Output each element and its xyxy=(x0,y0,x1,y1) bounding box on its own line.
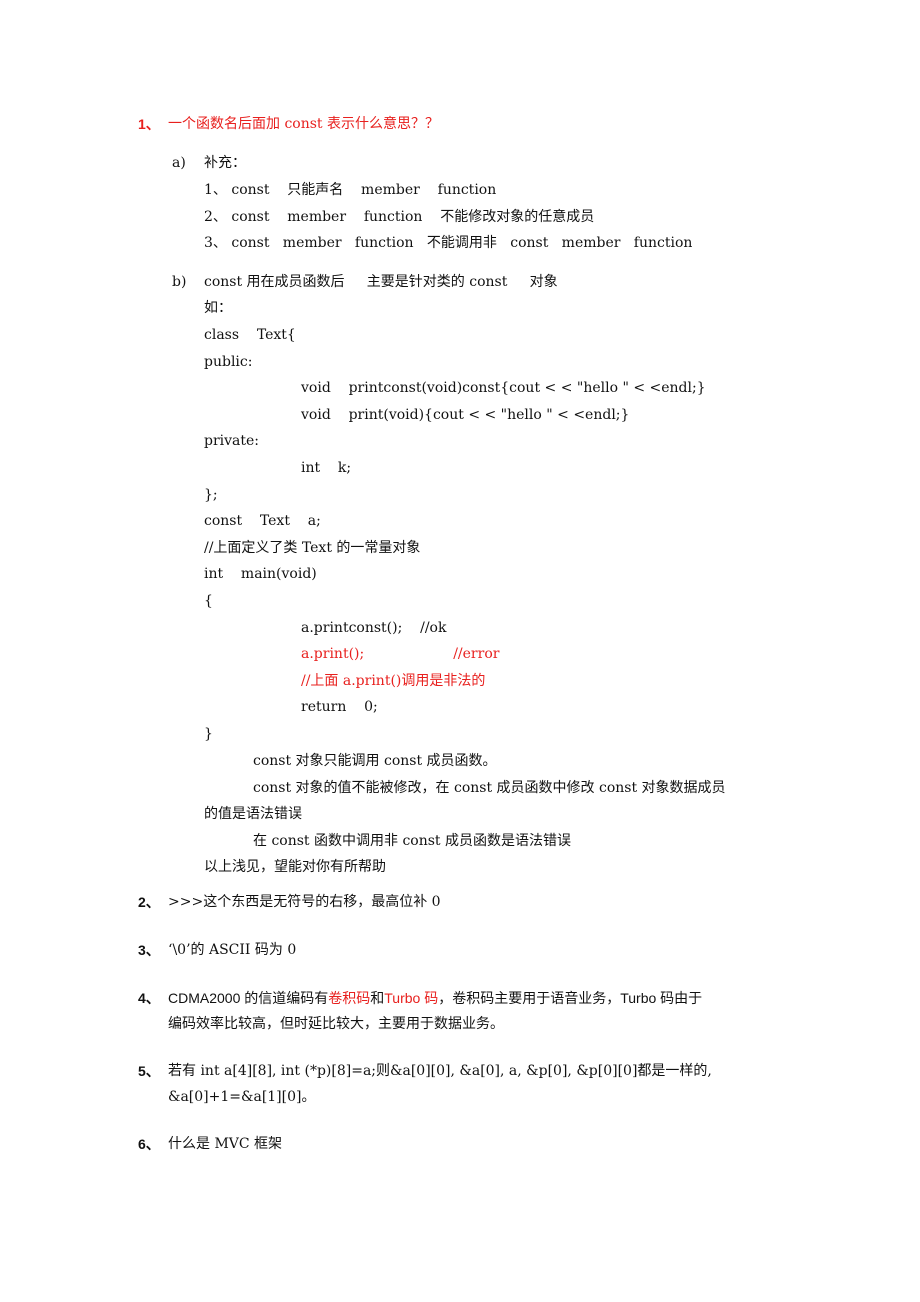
question-2-number: 2、 xyxy=(138,894,160,910)
question-4-line-1: CDMA2000 的信道编码有卷积码和Turbo 码，卷积码主要用于语音业务，T… xyxy=(168,988,702,1009)
code-line: class Text{ xyxy=(204,327,296,343)
code-line: //上面定义了类 Text 的一常量对象 xyxy=(204,540,421,556)
supplement-item: 2、 const member function 不能修改对象的任意成员 xyxy=(204,209,595,225)
code-line: int main(void) xyxy=(204,566,317,582)
code-line: const Text a; xyxy=(204,513,321,529)
question-4-text: CDMA2000 的信道编码有 xyxy=(168,990,329,1006)
question-2-text: >>>这个东西是无符号的右移，最高位补 0 xyxy=(168,894,441,910)
note-line: 在 const 函数中调用非 const 成员函数是语法错误 xyxy=(253,833,571,849)
code-line: void print(void){cout < < "hello " < <en… xyxy=(301,407,630,423)
code-line: a.print(); //error xyxy=(301,646,500,662)
code-line: public: xyxy=(204,354,253,370)
question-4-text: 和 xyxy=(370,991,385,1007)
supplement-label: 补充： xyxy=(204,155,246,171)
question-1-title: 一个函数名后面加 const 表示什么意思？？ xyxy=(168,116,439,132)
example-label: 如： xyxy=(204,300,232,316)
question-6-text: 什么是 MVC 框架 xyxy=(168,1136,283,1152)
question-4-line-2: 编码效率比较高，但时延比较大，主要用于数据业务。 xyxy=(168,1016,504,1032)
code-line: return 0; xyxy=(301,699,378,715)
question-1-number: 1、 xyxy=(138,116,160,132)
section-b-title: const 用在成员函数后 主要是针对类的 const 对象 xyxy=(204,274,558,290)
note-line: const 对象只能调用 const 成员函数。 xyxy=(253,753,497,769)
supplement-item: 1、 const 只能声名 member function xyxy=(204,182,497,198)
highlight-convolutional-code: 卷积码 xyxy=(328,991,371,1007)
question-5-number: 5、 xyxy=(138,1063,160,1079)
supplement-item: 3、 const member function 不能调用非 const mem… xyxy=(204,235,693,251)
question-3-text: ‘\0’的 ASCII 码为 0 xyxy=(168,942,297,958)
code-line: void printconst(void)const{cout < < "hel… xyxy=(301,380,706,396)
code-line: } xyxy=(204,726,213,742)
question-6-number: 6、 xyxy=(138,1136,160,1152)
code-line: private: xyxy=(204,433,260,449)
code-line: int k; xyxy=(301,460,352,476)
list-marker-a: a) xyxy=(172,155,186,171)
question-5-line-2: &a[0]+1=&a[1][0]。 xyxy=(168,1089,316,1105)
code-line: //上面 a.print()调用是非法的 xyxy=(301,673,486,689)
highlight-turbo-code: Turbo 码 xyxy=(384,990,439,1006)
question-4-text: ，卷积码主要用于语音业务，Turbo 码由于 xyxy=(438,990,703,1006)
note-line: 以上浅见，望能对你有所帮助 xyxy=(204,859,386,875)
code-line: { xyxy=(204,593,213,609)
question-4-number: 4、 xyxy=(138,990,160,1006)
note-line: const 对象的值不能被修改，在 const 成员函数中修改 const 对象… xyxy=(253,780,726,796)
note-line: 的值是语法错误 xyxy=(204,806,302,822)
code-line: }; xyxy=(204,487,218,503)
question-5-line-1: 若有 int a[4][8], int (*p)[8]=a;则&a[0][0],… xyxy=(168,1063,712,1079)
code-line: a.printconst(); //ok xyxy=(301,620,447,636)
question-3-number: 3、 xyxy=(138,942,160,958)
list-marker-b: b) xyxy=(172,274,187,290)
